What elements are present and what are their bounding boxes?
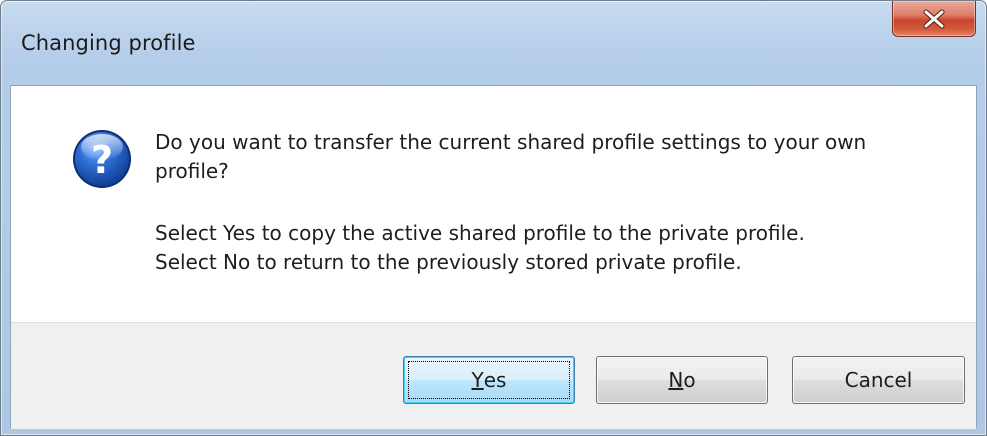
detail-line-yes: Select Yes to copy the active shared pro… [155, 221, 805, 245]
no-label: o [683, 368, 696, 392]
no-button[interactable]: No [596, 356, 768, 404]
close-icon [922, 9, 946, 29]
message-text: Do you want to transfer the current shar… [155, 128, 945, 277]
svg-text:?: ? [91, 138, 113, 182]
close-button[interactable] [892, 1, 976, 37]
cancel-button[interactable]: Cancel [792, 356, 965, 404]
question-text: Do you want to transfer the current shar… [155, 130, 867, 183]
title-bar[interactable]: Changing profile [1, 1, 986, 85]
message-area: ? Do you want to transfer the current sh… [11, 86, 976, 322]
yes-button[interactable]: Yes [403, 356, 575, 404]
dialog-body: ? Do you want to transfer the current sh… [10, 85, 977, 429]
yes-label: es [483, 368, 507, 392]
question-icon: ? [71, 128, 133, 190]
button-bar: Yes No Cancel [11, 322, 976, 429]
cancel-label: Cancel [844, 368, 913, 392]
no-accelerator: N [668, 368, 684, 392]
detail-line-no: Select No to return to the previously st… [155, 250, 742, 274]
yes-accelerator: Y [471, 368, 484, 392]
window-title: Changing profile [21, 31, 196, 55]
dialog-window: Changing profile ? Do you want to transf… [0, 0, 987, 436]
